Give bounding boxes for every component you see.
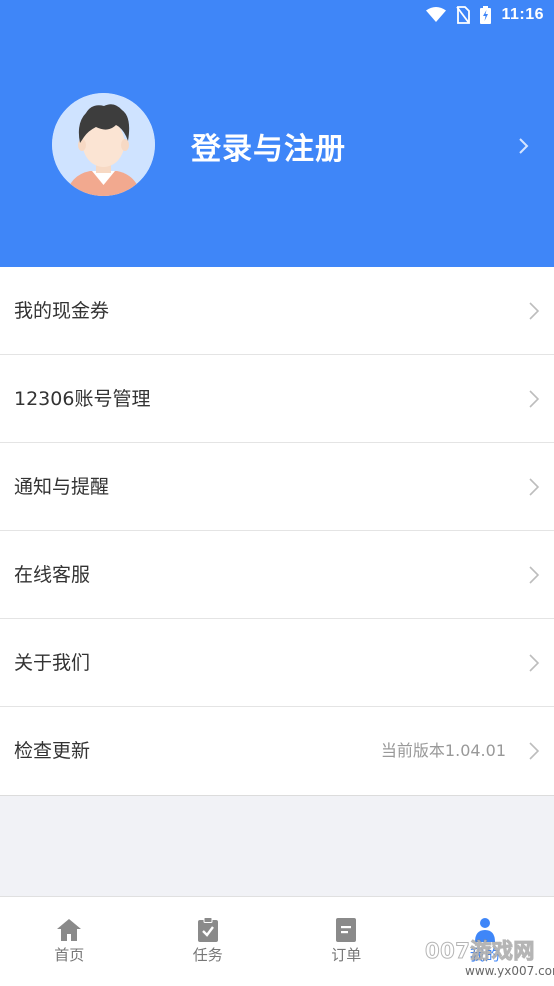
menu-item-label: 12306账号管理 (14, 387, 151, 410)
menu-item-check-update[interactable]: 检查更新 当前版本1.04.01 (0, 707, 554, 795)
menu-item-label: 通知与提醒 (14, 475, 110, 498)
order-document-icon (333, 917, 359, 943)
profile-header: 11:16 登录与注册 (0, 0, 554, 267)
tab-label: 我的 (469, 946, 500, 964)
menu-item-label: 关于我们 (14, 651, 91, 674)
current-version-text: 当前版本1.04.01 (380, 741, 506, 760)
menu-item-label: 在线客服 (14, 563, 91, 586)
menu-item-online-service[interactable]: 在线客服 (0, 531, 554, 619)
tab-tasks[interactable]: 任务 (139, 897, 278, 986)
tab-label: 订单 (331, 946, 362, 964)
no-sim-icon (456, 6, 471, 24)
status-bar: 11:16 (426, 4, 544, 26)
tab-orders[interactable]: 订单 (277, 897, 416, 986)
tab-label: 首页 (54, 946, 85, 964)
menu-item-label: 我的现金券 (14, 299, 110, 322)
avatar[interactable] (52, 93, 155, 196)
tab-home[interactable]: 首页 (0, 897, 139, 986)
chevron-right-icon (529, 654, 540, 672)
chevron-right-icon (529, 566, 540, 584)
chevron-right-icon (529, 302, 540, 320)
profile-icon (472, 917, 498, 943)
tab-profile[interactable]: 我的 (416, 897, 554, 986)
battery-charging-icon (480, 6, 492, 24)
menu-item-notifications[interactable]: 通知与提醒 (0, 443, 554, 531)
settings-menu: 我的现金券 12306账号管理 通知与提醒 在线客服 关于我们 检查更新 当前版… (0, 267, 554, 796)
chevron-right-icon (529, 390, 540, 408)
chevron-right-icon (529, 742, 540, 760)
menu-item-12306-account[interactable]: 12306账号管理 (0, 355, 554, 443)
menu-item-label: 检查更新 (14, 740, 91, 762)
home-icon (56, 917, 82, 943)
chevron-right-icon (529, 478, 540, 496)
menu-item-cash-coupons[interactable]: 我的现金券 (0, 267, 554, 355)
login-register-title[interactable]: 登录与注册 (191, 130, 346, 170)
tab-label: 任务 (192, 946, 223, 964)
status-time: 11:16 (501, 6, 544, 23)
task-clipboard-icon (195, 917, 221, 943)
menu-item-about-us[interactable]: 关于我们 (0, 619, 554, 707)
avatar-boy-icon (52, 93, 155, 196)
bottom-tab-bar: 首页 任务 订单 我的 (0, 896, 554, 986)
chevron-right-icon[interactable] (516, 136, 532, 156)
wifi-icon (426, 7, 447, 23)
